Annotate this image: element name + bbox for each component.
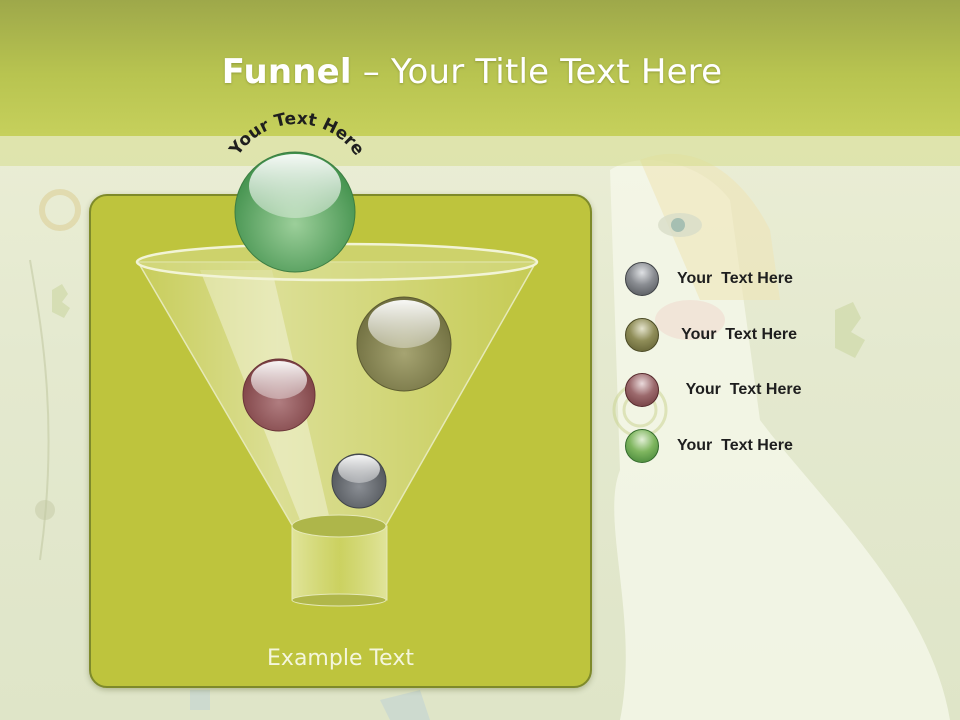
legend-label: Your Text Here <box>677 437 793 454</box>
legend-label: Your Text Here <box>677 270 793 287</box>
legend-dot-icon <box>625 429 659 463</box>
funnel-diagram: Your Text Here <box>135 109 539 607</box>
ball-right <box>356 296 452 392</box>
ball-top <box>234 151 356 273</box>
ball-bottom <box>331 453 387 509</box>
legend-dot-icon <box>625 262 659 296</box>
legend-label: Your Text Here <box>677 381 802 398</box>
legend-label: Your Text Here <box>677 326 798 343</box>
ball-left <box>242 358 316 432</box>
funnel-spout-bottom <box>291 593 387 607</box>
funnel-spout-top <box>291 514 387 538</box>
legend-dot-icon <box>625 318 659 352</box>
legend-item-4[interactable]: Your Text Here <box>625 428 793 464</box>
legend-item-1[interactable]: Your Text Here <box>625 261 793 297</box>
example-text[interactable]: Example Text <box>89 646 592 671</box>
legend-item-3[interactable]: Your Text Here <box>625 372 801 408</box>
legend-dot-icon <box>625 373 659 407</box>
legend-item-2[interactable]: Your Text Here <box>625 317 797 353</box>
